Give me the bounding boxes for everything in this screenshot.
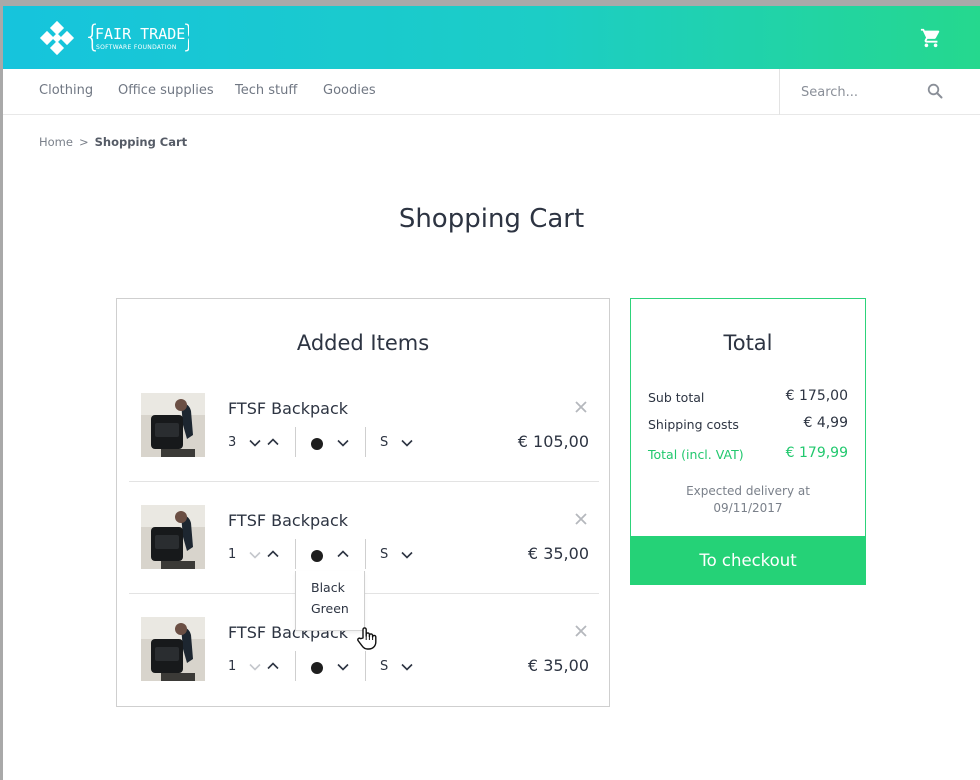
site-logo[interactable]: { } FAIR TRADE SOFTWARE FOUNDATION: [39, 19, 199, 57]
option-divider: [365, 651, 366, 681]
product-thumbnail[interactable]: [141, 393, 205, 457]
product-thumbnail[interactable]: [141, 617, 205, 681]
search-icon[interactable]: [927, 83, 943, 99]
total-title: Total: [723, 331, 773, 355]
item-price: € 35,00: [527, 656, 589, 675]
delivery-date: 09/11/2017: [713, 501, 783, 515]
grand-total-label: Total (incl. VAT): [648, 447, 744, 462]
size-chevron-down-icon[interactable]: [401, 551, 413, 559]
shipping-value: € 4,99: [803, 415, 848, 431]
remove-item-icon[interactable]: [574, 399, 588, 413]
option-divider: [295, 539, 296, 569]
breadcrumb-current: Shopping Cart: [94, 135, 188, 149]
option-divider: [365, 539, 366, 569]
item-name[interactable]: FTSF Backpack: [228, 399, 348, 418]
subtotal-label: Sub total: [648, 390, 705, 405]
size-value[interactable]: S: [380, 435, 388, 450]
nav-item-office-supplies[interactable]: Office supplies: [118, 83, 214, 98]
product-thumbnail[interactable]: [141, 505, 205, 569]
added-items-title: Added Items: [296, 331, 430, 355]
nav-item-clothing[interactable]: Clothing: [39, 83, 93, 98]
option-divider: [365, 427, 366, 457]
nav-item-goodies[interactable]: Goodies: [323, 83, 376, 98]
expected-delivery: Expected delivery at 09/11/2017: [631, 483, 865, 517]
search-input[interactable]: [793, 77, 913, 107]
color-swatch[interactable]: [311, 550, 323, 562]
quantity-value: 3: [228, 435, 237, 450]
quantity-value: 1: [228, 659, 237, 674]
color-chevron-down-icon[interactable]: [337, 663, 349, 671]
color-chevron-up-icon[interactable]: [337, 550, 349, 558]
page: { } FAIR TRADE SOFTWARE FOUNDATION Cloth…: [3, 6, 980, 780]
quantity-increase-chevron-up-icon[interactable]: [267, 662, 279, 670]
remove-item-icon[interactable]: [574, 511, 588, 525]
quantity-value: 1: [228, 547, 237, 562]
size-value[interactable]: S: [380, 659, 388, 674]
page-title: Shopping Cart: [398, 204, 585, 234]
hand-cursor-icon: [356, 626, 378, 650]
checkout-button[interactable]: To checkout: [630, 536, 866, 585]
shopping-cart-icon[interactable]: [920, 27, 942, 49]
item-price: € 35,00: [527, 544, 589, 563]
grand-total-value: € 179,99: [785, 445, 848, 461]
breadcrumb: Home > Shopping Cart: [39, 135, 187, 149]
cart-item: FTSF Backpack 3 S € 105,00: [117, 393, 609, 505]
quantity-decrease-chevron-down-icon[interactable]: [249, 663, 261, 671]
color-swatch[interactable]: [311, 438, 323, 450]
option-divider: [295, 427, 296, 457]
size-value[interactable]: S: [380, 547, 388, 562]
nav-item-tech-stuff[interactable]: Tech stuff: [235, 83, 297, 98]
header-bar: { } FAIR TRADE SOFTWARE FOUNDATION: [3, 6, 980, 69]
color-option-black[interactable]: Black: [311, 580, 345, 595]
quantity-decrease-chevron-down-icon[interactable]: [249, 551, 261, 559]
shipping-label: Shipping costs: [648, 417, 739, 432]
size-chevron-down-icon[interactable]: [401, 439, 413, 447]
item-divider: [129, 481, 599, 482]
quantity-increase-chevron-up-icon[interactable]: [267, 438, 279, 446]
color-swatch[interactable]: [311, 662, 323, 674]
option-divider: [295, 651, 296, 681]
item-name[interactable]: FTSF Backpack: [228, 511, 348, 530]
breadcrumb-separator: >: [78, 135, 89, 149]
category-nav: Clothing Office supplies Tech stuff Good…: [3, 69, 980, 115]
quantity-increase-chevron-up-icon[interactable]: [267, 550, 279, 558]
color-chevron-down-icon[interactable]: [337, 439, 349, 447]
color-option-green[interactable]: Green: [311, 601, 349, 616]
remove-item-icon[interactable]: [574, 623, 588, 637]
logo-subtitle: SOFTWARE FOUNDATION: [96, 44, 177, 51]
quantity-decrease-chevron-down-icon[interactable]: [249, 439, 261, 447]
item-price: € 105,00: [517, 432, 589, 451]
delivery-label: Expected delivery at: [686, 484, 810, 498]
nav-divider: [779, 69, 780, 115]
logo-title: FAIR TRADE: [95, 25, 186, 43]
size-chevron-down-icon[interactable]: [401, 663, 413, 671]
color-dropdown: Black Green: [295, 571, 365, 631]
subtotal-value: € 175,00: [785, 388, 848, 404]
breadcrumb-home-link[interactable]: Home: [39, 135, 73, 149]
